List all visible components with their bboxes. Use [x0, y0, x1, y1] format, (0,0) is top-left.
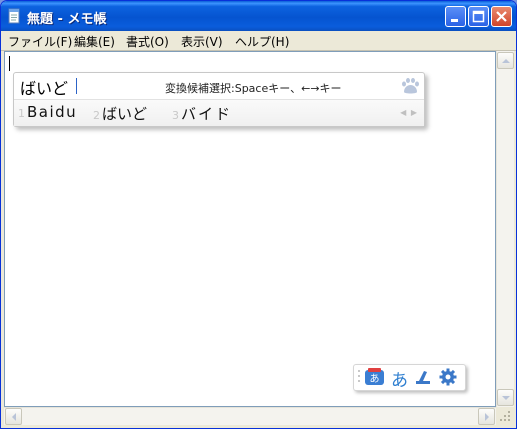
ime-toolbar: あ あ [353, 364, 466, 391]
candidate-text: バイド [181, 105, 233, 123]
candidate-text: ばいど [102, 105, 148, 123]
arrow-up-icon [502, 59, 510, 63]
baidu-paw-icon[interactable] [400, 77, 420, 95]
menu-format[interactable]: 書式(O) [126, 33, 169, 50]
candidate-pager[interactable]: ◀ ▶ [400, 108, 418, 117]
window-title: 無題 - メモ帳 [27, 12, 107, 27]
ime-logo-icon[interactable]: あ [363, 367, 387, 388]
resize-grip-icon [500, 411, 510, 421]
menu-bar: ファイル(F) 編集(E) 書式(O) 表示(V) ヘルプ(H) [1, 31, 516, 51]
menu-edit[interactable]: 編集(E) [74, 33, 115, 50]
vertical-scrollbar[interactable] [496, 51, 514, 407]
resize-grip[interactable] [496, 407, 513, 424]
candidate-number: 1 [18, 107, 25, 120]
ime-hint-text: 変換候補選択:Spaceキー、←→キー [165, 82, 342, 95]
svg-text:あ: あ [370, 373, 380, 385]
candidate-number: 3 [172, 109, 179, 122]
arrow-right-icon [485, 413, 489, 421]
arrow-left-icon [12, 413, 16, 421]
pen-icon[interactable] [413, 368, 433, 387]
menu-view[interactable]: 表示(V) [181, 33, 223, 50]
scroll-left-button[interactable] [5, 408, 22, 425]
notepad-window: 無題 - メモ帳 ファイル(F) 編集(E) 書式(O) 表示(V) ヘルプ(H… [0, 0, 517, 429]
candidate-1[interactable]: 1 Baidu [18, 103, 77, 121]
input-mode-label[interactable]: あ [391, 366, 408, 391]
candidate-text: Baidu [27, 103, 78, 121]
minimize-button[interactable] [445, 6, 466, 27]
notepad-app-icon[interactable] [7, 8, 21, 24]
candidate-2[interactable]: 2 ばいど [93, 103, 147, 124]
close-button[interactable] [491, 6, 512, 27]
minimize-icon [451, 19, 458, 22]
maximize-icon [472, 10, 485, 23]
ime-composition-row: ばいど 変換候補選択:Spaceキー、←→キー [14, 73, 424, 101]
maximize-button[interactable] [468, 6, 489, 27]
arrow-down-icon [502, 396, 510, 400]
ime-composition-text: ばいど [20, 75, 69, 101]
menu-file[interactable]: ファイル(F) [8, 33, 72, 50]
gear-icon[interactable] [438, 367, 458, 387]
close-icon [496, 11, 507, 22]
title-bar[interactable]: 無題 - メモ帳 [1, 1, 516, 31]
candidate-number: 2 [93, 109, 100, 122]
horizontal-scrollbar[interactable] [4, 407, 496, 425]
scroll-right-button[interactable] [478, 408, 495, 425]
toolbar-grip-icon[interactable] [356, 366, 363, 388]
candidate-3[interactable]: 3 バイド [172, 103, 232, 124]
scroll-up-button[interactable] [497, 52, 514, 69]
ime-candidate-window: ばいど 変換候補選択:Spaceキー、←→キー 1 Baidu 2 ばいど 3 バイド… [13, 72, 425, 127]
menu-help[interactable]: ヘルプ(H) [235, 33, 289, 50]
ime-candidate-row: 1 Baidu 2 ばいど 3 バイド ◀ ▶ [14, 100, 424, 126]
text-caret [9, 56, 10, 71]
ime-caret [76, 78, 77, 94]
scroll-down-button[interactable] [497, 389, 514, 406]
